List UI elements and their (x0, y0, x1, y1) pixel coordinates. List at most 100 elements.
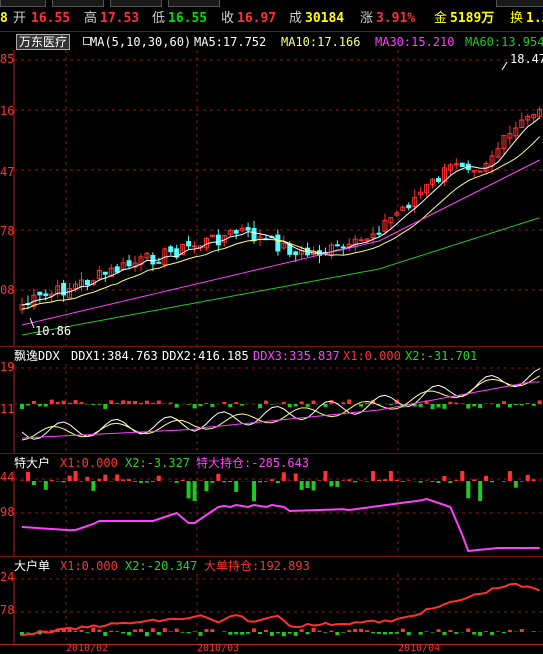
ddx-bar (97, 404, 101, 405)
tedahu-bar (139, 481, 143, 483)
tedahu-x2-value: X2:-3.327 (125, 456, 190, 470)
tedahu-bar (437, 481, 441, 483)
dahudan-bar (508, 630, 512, 632)
dahudan-bar (312, 628, 316, 632)
ddx-bar (68, 403, 72, 404)
tedahu-panel-header: 特大户 X1:0.000 X2:-3.327 特大持仓:-285.643 (0, 455, 543, 471)
candle-body (377, 233, 381, 234)
dahudan-bar (103, 632, 107, 636)
ddx-bar (193, 404, 197, 408)
tedahu-bar (454, 480, 458, 481)
tab-tech[interactable] (110, 0, 162, 7)
tedahu-bar (187, 481, 191, 498)
dahudan-hold-value: 大单持仓:192.893 (204, 559, 310, 573)
candle-body (294, 252, 298, 255)
dahudan-bar (163, 628, 167, 632)
tedahu-bar (347, 479, 351, 481)
ddx-bar (157, 401, 161, 404)
dahudan-bar (127, 632, 131, 635)
dahudan-bar (210, 629, 214, 632)
tab-ths[interactable] (52, 0, 104, 7)
dahudan-bar (335, 632, 339, 635)
tedahu-bar (532, 479, 536, 481)
ddx-bar (526, 403, 530, 404)
high-label: 高 (84, 12, 97, 26)
dahudan-bar (169, 631, 173, 632)
open-value: 16.55 (31, 12, 70, 26)
dahudan-panel-name[interactable]: 大户单 (14, 559, 50, 573)
ddx-panel-name[interactable]: 飘逸DDX (14, 349, 60, 363)
dahudan-bar (496, 631, 500, 632)
candle-body (169, 247, 173, 252)
tedahu-bar (353, 481, 357, 482)
tedahu-bar (395, 480, 399, 481)
tedahu-bar (312, 481, 316, 491)
dahudan-bar (478, 632, 482, 636)
ddx-bar (389, 404, 393, 405)
dahudan-bar (288, 632, 292, 634)
tedahu-indicator-chart (0, 471, 543, 556)
dahudan-bar (490, 632, 494, 635)
tab-bigorder[interactable] (496, 0, 543, 7)
dahudan-bar (74, 631, 78, 632)
dahudan-bar (199, 632, 203, 636)
dahudan-bar (341, 632, 345, 633)
ddx2-value: DDX2:416.185 (162, 349, 249, 363)
dahudan-bar (442, 632, 446, 635)
tedahu-bar (377, 480, 381, 481)
tedahu-bar (56, 481, 60, 482)
tedahu-bar (329, 481, 333, 486)
y-tick-main-2: 47 (0, 165, 14, 179)
dahudan-bar (532, 631, 536, 632)
tab-history[interactable] (0, 0, 46, 7)
ma10-value: MA10:17.166 (281, 35, 360, 49)
dahudan-hold-line (22, 584, 540, 636)
high-marker-arrow (502, 62, 507, 70)
y-tick-tdh-1: 98 (0, 505, 14, 519)
dahudan-bar (258, 632, 262, 634)
candle-body (478, 171, 482, 172)
dahudan-bar (306, 632, 310, 634)
tedahu-bar (234, 481, 238, 492)
y-tick-ddx-0: 19 (0, 360, 14, 374)
dahudan-bar (359, 629, 363, 632)
dahudan-bar (401, 629, 405, 632)
turn-value: 1.3 (526, 12, 543, 26)
y-tick-main-3: 78 (0, 224, 14, 238)
tedahu-bar (300, 481, 304, 490)
open-label: 开 (13, 12, 26, 26)
y-tick-dhd-0: 24 (0, 570, 14, 584)
tedahu-bar (502, 481, 506, 482)
tedahu-bar (294, 473, 298, 481)
tedahu-bar (228, 481, 232, 482)
dahudan-bar (234, 632, 238, 634)
tedahu-panel-name[interactable]: 特大户 (14, 456, 50, 470)
ddx-bar (133, 401, 137, 404)
code-tail: 8 (0, 12, 8, 26)
dahudan-bar (472, 632, 476, 635)
ddx-bar (437, 404, 441, 407)
dahudan-bar (377, 632, 381, 634)
ddx-bar (460, 403, 464, 404)
dahudan-bar (395, 632, 399, 634)
ddx-bar (431, 404, 435, 409)
ma10-line (22, 137, 540, 309)
ddx3-value: DDX3:335.837 (253, 349, 340, 363)
ddx-bar (74, 400, 78, 404)
tedahu-bar (431, 481, 435, 482)
main-panel-checkbox-icon[interactable] (83, 37, 91, 45)
ddx-bar (240, 404, 244, 406)
ddx-bar (169, 403, 173, 404)
ddx-bar (26, 404, 30, 405)
stock-name[interactable]: 万东医疗 (16, 34, 70, 50)
tab-profile[interactable] (168, 0, 220, 7)
ddx-bar (419, 404, 423, 407)
ddx-bar (472, 404, 476, 406)
tedahu-bar (335, 481, 339, 487)
low-marker: 10.86 (35, 324, 71, 338)
ddx-bar (347, 400, 351, 404)
ma30-value: MA30:15.210 (375, 35, 454, 49)
dahudan-bar (437, 629, 441, 632)
tedahu-bar (127, 479, 131, 481)
tedahu-bar (121, 479, 125, 481)
